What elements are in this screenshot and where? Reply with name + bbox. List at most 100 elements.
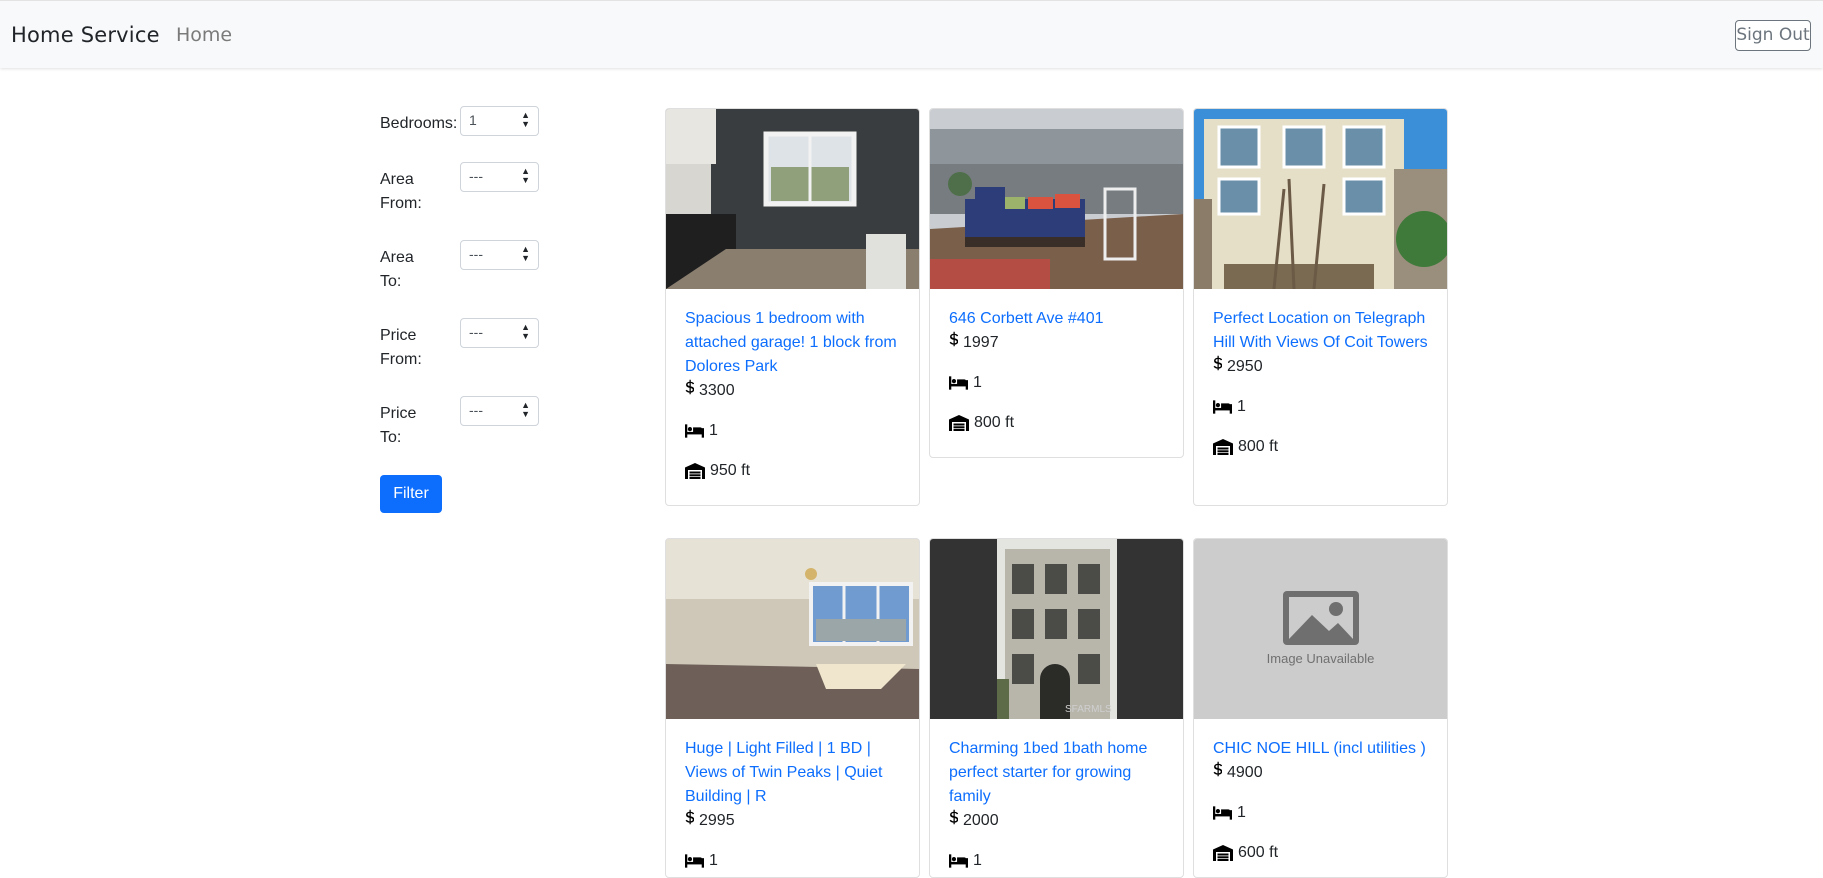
bed-icon — [1213, 400, 1232, 414]
listing-title[interactable]: Perfect Location on Telegraph Hill With … — [1213, 307, 1433, 355]
listing-card[interactable]: Perfect Location on Telegraph Hill With … — [1193, 108, 1448, 506]
area-to-label-line1: Area — [380, 249, 414, 266]
bedrooms-value: 1 — [709, 852, 718, 869]
select-caret-icon: ▲ ▼ — [521, 400, 530, 419]
bed-icon — [1213, 806, 1232, 820]
listing-title[interactable]: Spacious 1 bedroom with attached garage!… — [685, 307, 905, 379]
bedrooms-select[interactable]: 1 ▲ ▼ — [460, 106, 539, 136]
listing-body: Huge | Light Filled | 1 BD | Views of Tw… — [685, 737, 905, 873]
listing-price: 2000 — [949, 809, 1169, 833]
listing-area: 800 ft — [1213, 435, 1433, 459]
price-from-select[interactable]: --- ▲ ▼ — [460, 318, 539, 348]
listing-price: 4900 — [1213, 761, 1433, 785]
listing-photo[interactable] — [666, 539, 919, 719]
listing-area: 800 ft — [949, 411, 1169, 435]
listing-title[interactable]: Charming 1bed 1bath home perfect starter… — [949, 737, 1169, 809]
bedrooms-label: Bedrooms: — [380, 115, 458, 132]
listing-price: 2995 — [685, 809, 905, 833]
price-value: 1997 — [963, 334, 999, 351]
area-from-label-line2: From: — [380, 195, 422, 212]
listing-photo[interactable] — [666, 109, 919, 289]
sign-out-button[interactable]: Sign Out — [1735, 20, 1811, 51]
listing-title[interactable]: Huge | Light Filled | 1 BD | Views of Tw… — [685, 737, 905, 809]
bedrooms-value: 1 — [1237, 804, 1246, 821]
bedrooms-value: 1 — [973, 374, 982, 391]
listing-card[interactable]: 646 Corbett Ave #401 1997 1 800 ft — [929, 108, 1184, 458]
listing-bedrooms: 1 — [949, 371, 1169, 395]
warehouse-icon — [1213, 845, 1233, 861]
price-to-label-line1: Price — [380, 405, 417, 422]
dollar-icon — [685, 809, 694, 825]
dollar-icon — [685, 379, 694, 395]
area-from-select-value: --- — [469, 168, 483, 184]
area-to-select[interactable]: --- ▲ ▼ — [460, 240, 539, 270]
area-value: 800 ft — [974, 414, 1015, 431]
price-value: 2000 — [963, 812, 999, 829]
listing-body: Charming 1bed 1bath home perfect starter… — [949, 737, 1169, 873]
listing-bedrooms: 1 — [685, 419, 905, 443]
bedrooms-value: 1 — [973, 852, 982, 869]
listing-title[interactable]: CHIC NOE HILL (incl utilities ) — [1213, 737, 1433, 761]
dollar-icon — [949, 809, 958, 825]
area-from-label: Area From: — [380, 168, 460, 216]
area-value: 600 ft — [1238, 844, 1279, 861]
area-from-label-line1: Area — [380, 171, 414, 188]
price-value: 3300 — [699, 382, 735, 399]
select-caret-icon: ▲ ▼ — [521, 244, 530, 263]
filter-button[interactable]: Filter — [380, 475, 442, 513]
nav-link-home[interactable]: Home — [176, 24, 232, 46]
area-to-select-value: --- — [469, 246, 483, 262]
area-value: 950 ft — [710, 462, 751, 479]
listing-card[interactable]: Huge | Light Filled | 1 BD | Views of Tw… — [665, 538, 920, 878]
price-from-select-value: --- — [469, 324, 483, 340]
listing-photo-placeholder[interactable]: Image Unavailable — [1194, 539, 1447, 719]
listing-card[interactable]: Spacious 1 bedroom with attached garage!… — [665, 108, 920, 506]
warehouse-icon — [1213, 439, 1233, 455]
dollar-icon — [1213, 355, 1222, 371]
listing-price: 3300 — [685, 379, 905, 403]
select-caret-icon: ▲ ▼ — [521, 110, 530, 129]
listing-area: 950 ft — [685, 459, 905, 483]
dollar-icon — [1213, 761, 1222, 777]
listing-photo[interactable] — [1194, 109, 1447, 289]
image-placeholder-icon — [1283, 591, 1359, 645]
listing-body: 646 Corbett Ave #401 1997 1 800 ft — [949, 307, 1169, 435]
warehouse-icon — [685, 463, 705, 479]
warehouse-icon — [949, 415, 969, 431]
listing-photo[interactable] — [930, 109, 1183, 289]
area-from-select[interactable]: --- ▲ ▼ — [460, 162, 539, 192]
listing-card[interactable]: Image Unavailable CHIC NOE HILL (incl ut… — [1193, 538, 1448, 878]
price-value: 4900 — [1227, 764, 1263, 781]
bedrooms-value: 1 — [1237, 398, 1246, 415]
bed-icon — [685, 854, 704, 868]
listing-bedrooms: 1 — [685, 849, 905, 873]
listing-body: Spacious 1 bedroom with attached garage!… — [685, 307, 905, 483]
listing-body: CHIC NOE HILL (incl utilities ) 4900 1 6… — [1213, 737, 1433, 865]
bed-icon — [949, 376, 968, 390]
listing-photo[interactable]: SFARMLS — [930, 539, 1183, 719]
listing-area: 600 ft — [1213, 841, 1433, 865]
select-caret-icon: ▲ ▼ — [521, 322, 530, 341]
area-value: 800 ft — [1238, 438, 1279, 455]
bed-icon — [685, 424, 704, 438]
photo-watermark: SFARMLS — [1065, 704, 1112, 715]
bedrooms-value: 1 — [709, 422, 718, 439]
price-to-label-line2: To: — [380, 429, 402, 446]
listing-price: 2950 — [1213, 355, 1433, 379]
price-from-label: Price From: — [380, 324, 460, 372]
listing-bedrooms: 1 — [1213, 801, 1433, 825]
price-to-select[interactable]: --- ▲ ▼ — [460, 396, 539, 426]
dollar-icon — [949, 331, 958, 347]
listing-title[interactable]: 646 Corbett Ave #401 — [949, 307, 1169, 331]
area-to-label: Area To: — [380, 246, 460, 294]
brand-logo-text[interactable]: Home Service — [11, 23, 160, 47]
bed-icon — [949, 854, 968, 868]
price-value: 2950 — [1227, 358, 1263, 375]
listing-card[interactable]: SFARMLS Charming 1bed 1bath home perfect… — [929, 538, 1184, 878]
select-caret-icon: ▲ ▼ — [521, 166, 530, 185]
bedrooms-select-value: 1 — [469, 112, 477, 128]
listing-bedrooms: 1 — [949, 849, 1169, 873]
price-value: 2995 — [699, 812, 735, 829]
price-from-label-line2: From: — [380, 351, 422, 368]
price-to-select-value: --- — [469, 402, 483, 418]
